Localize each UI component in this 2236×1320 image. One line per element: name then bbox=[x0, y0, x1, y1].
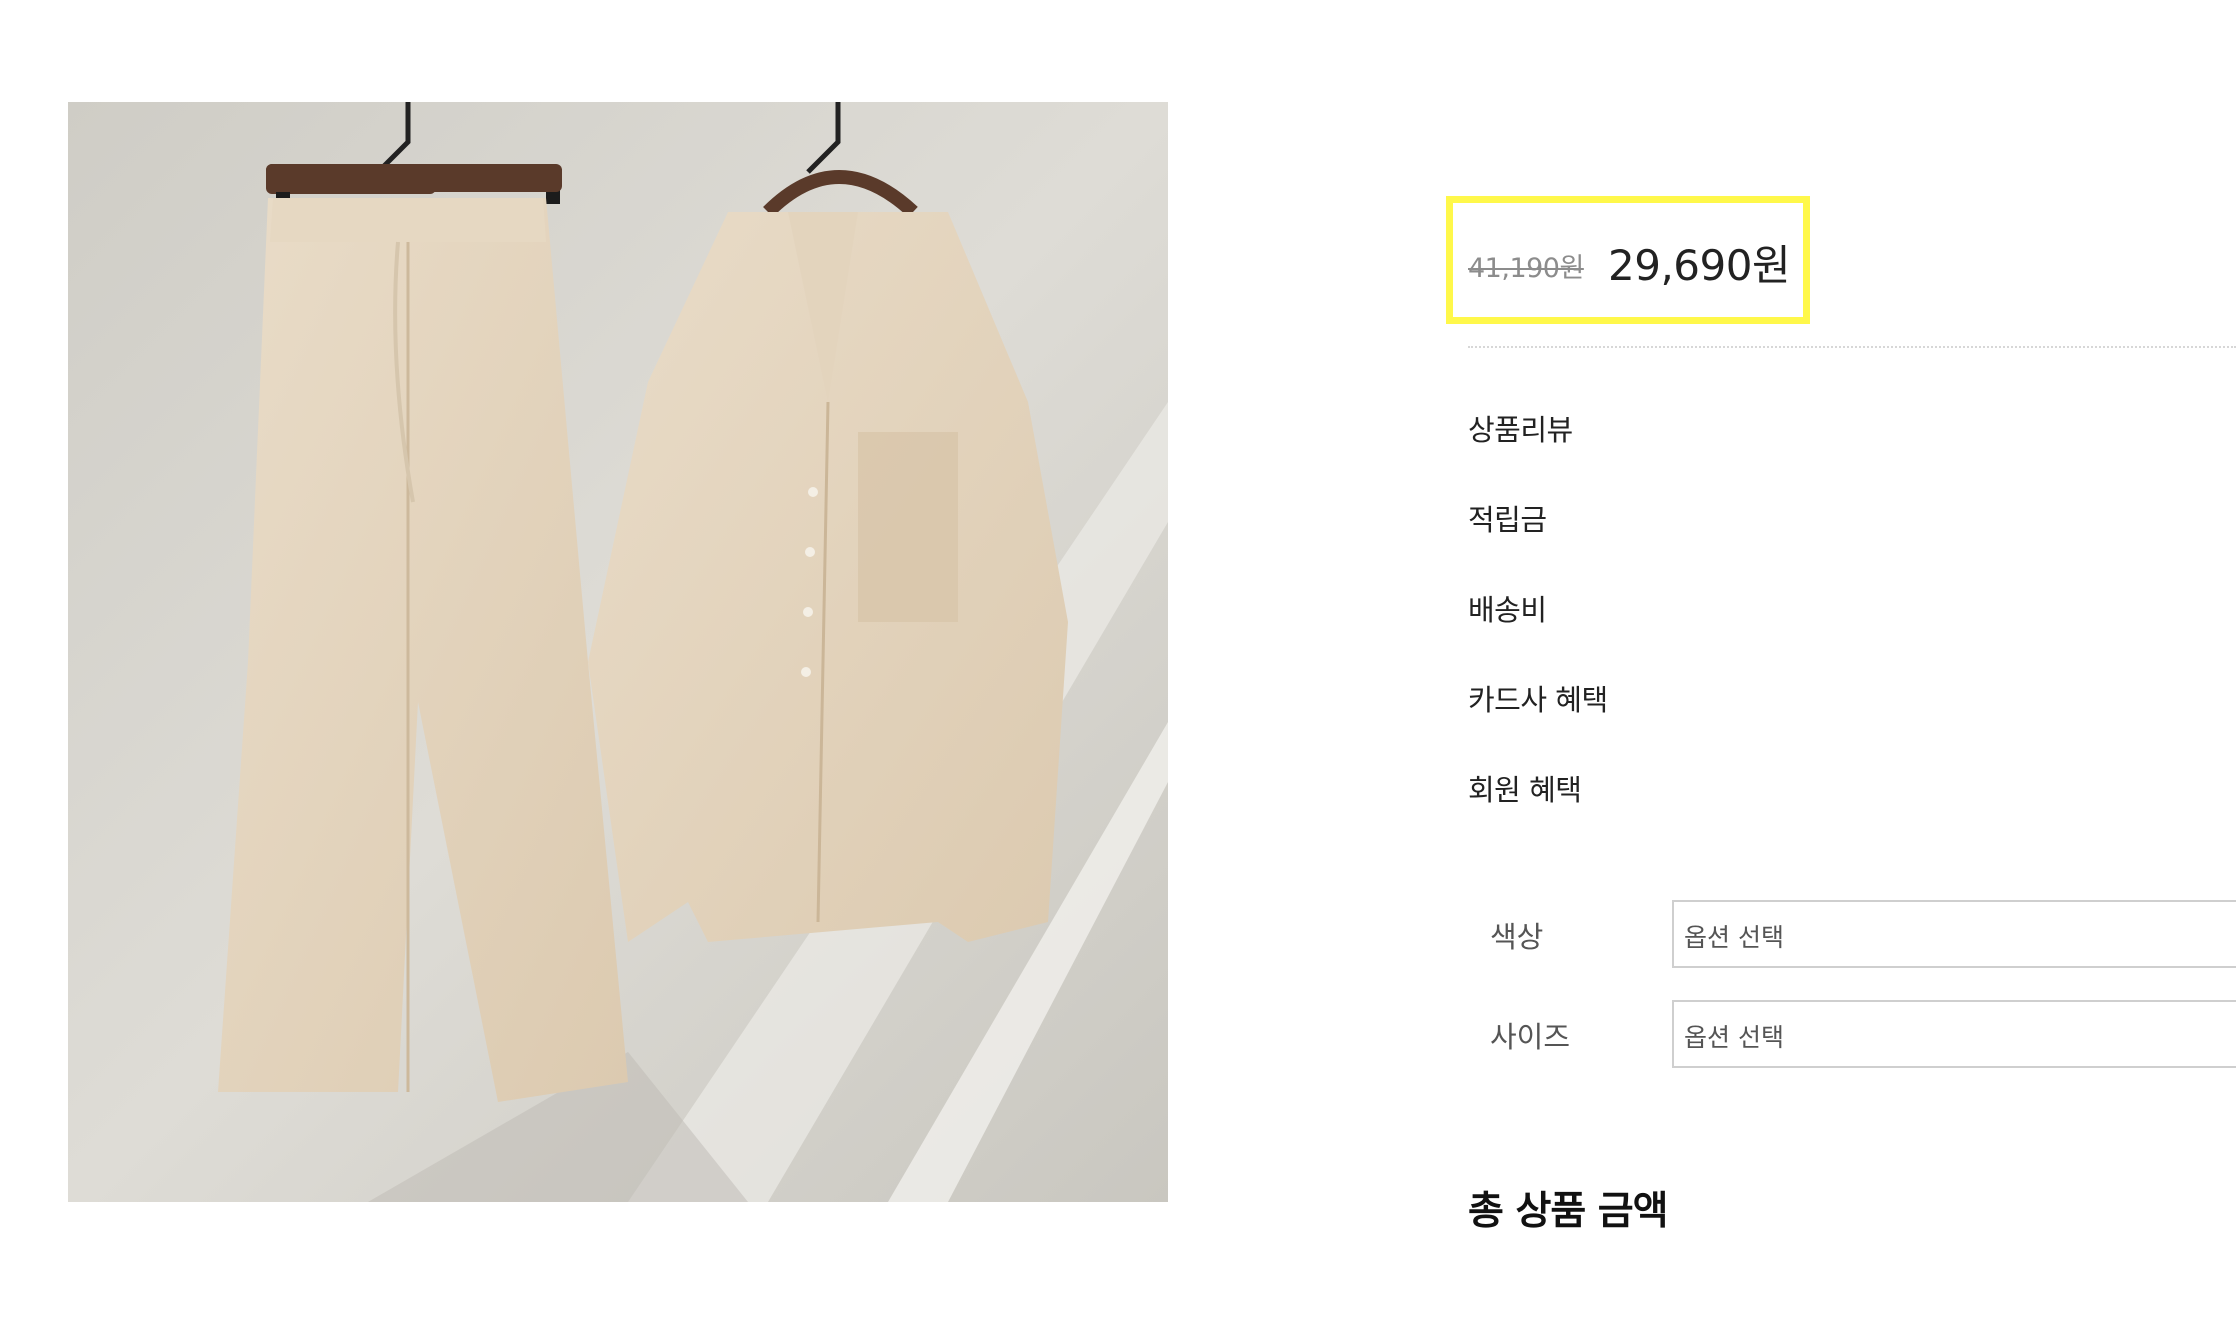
original-price: 41,190원 bbox=[1468, 253, 1584, 284]
detail-row-shipping: 배송비 bbox=[1468, 593, 1547, 627]
detail-row-member-benefits[interactable]: 회원 혜택 bbox=[1468, 770, 1608, 860]
option-label-color: 색상 bbox=[1490, 920, 1544, 954]
detail-row-points: 적립금 bbox=[1468, 503, 1547, 537]
detail-row-reviews[interactable]: 상품리뷰 bbox=[1468, 410, 1608, 500]
option-row-size: 사이즈 옵션 선택 bbox=[1446, 1000, 2236, 1070]
option-row-color: 색상 옵션 선택 bbox=[1446, 900, 2236, 970]
total-price-label: 총 상품 금액 bbox=[1468, 1189, 1669, 1234]
size-select[interactable]: 옵션 선택 bbox=[1672, 1000, 2236, 1068]
product-info-panel: 41,190원 29,690원 상품리뷰 적립금 배송비 카드사 혜택 회원 혜… bbox=[1446, 196, 2236, 1320]
divider bbox=[1468, 346, 2236, 348]
sale-price: 29,690원 bbox=[1608, 241, 1791, 290]
product-detail-list: 상품리뷰 적립금 배송비 카드사 혜택 회원 혜택 bbox=[1468, 410, 1608, 860]
product-image[interactable] bbox=[68, 102, 1168, 1202]
color-select[interactable]: 옵션 선택 bbox=[1672, 900, 2236, 968]
option-label-size: 사이즈 bbox=[1490, 1020, 1571, 1054]
detail-row-card-benefits[interactable]: 카드사 혜택 bbox=[1468, 680, 1608, 770]
product-photo-illustration bbox=[68, 102, 1168, 1202]
